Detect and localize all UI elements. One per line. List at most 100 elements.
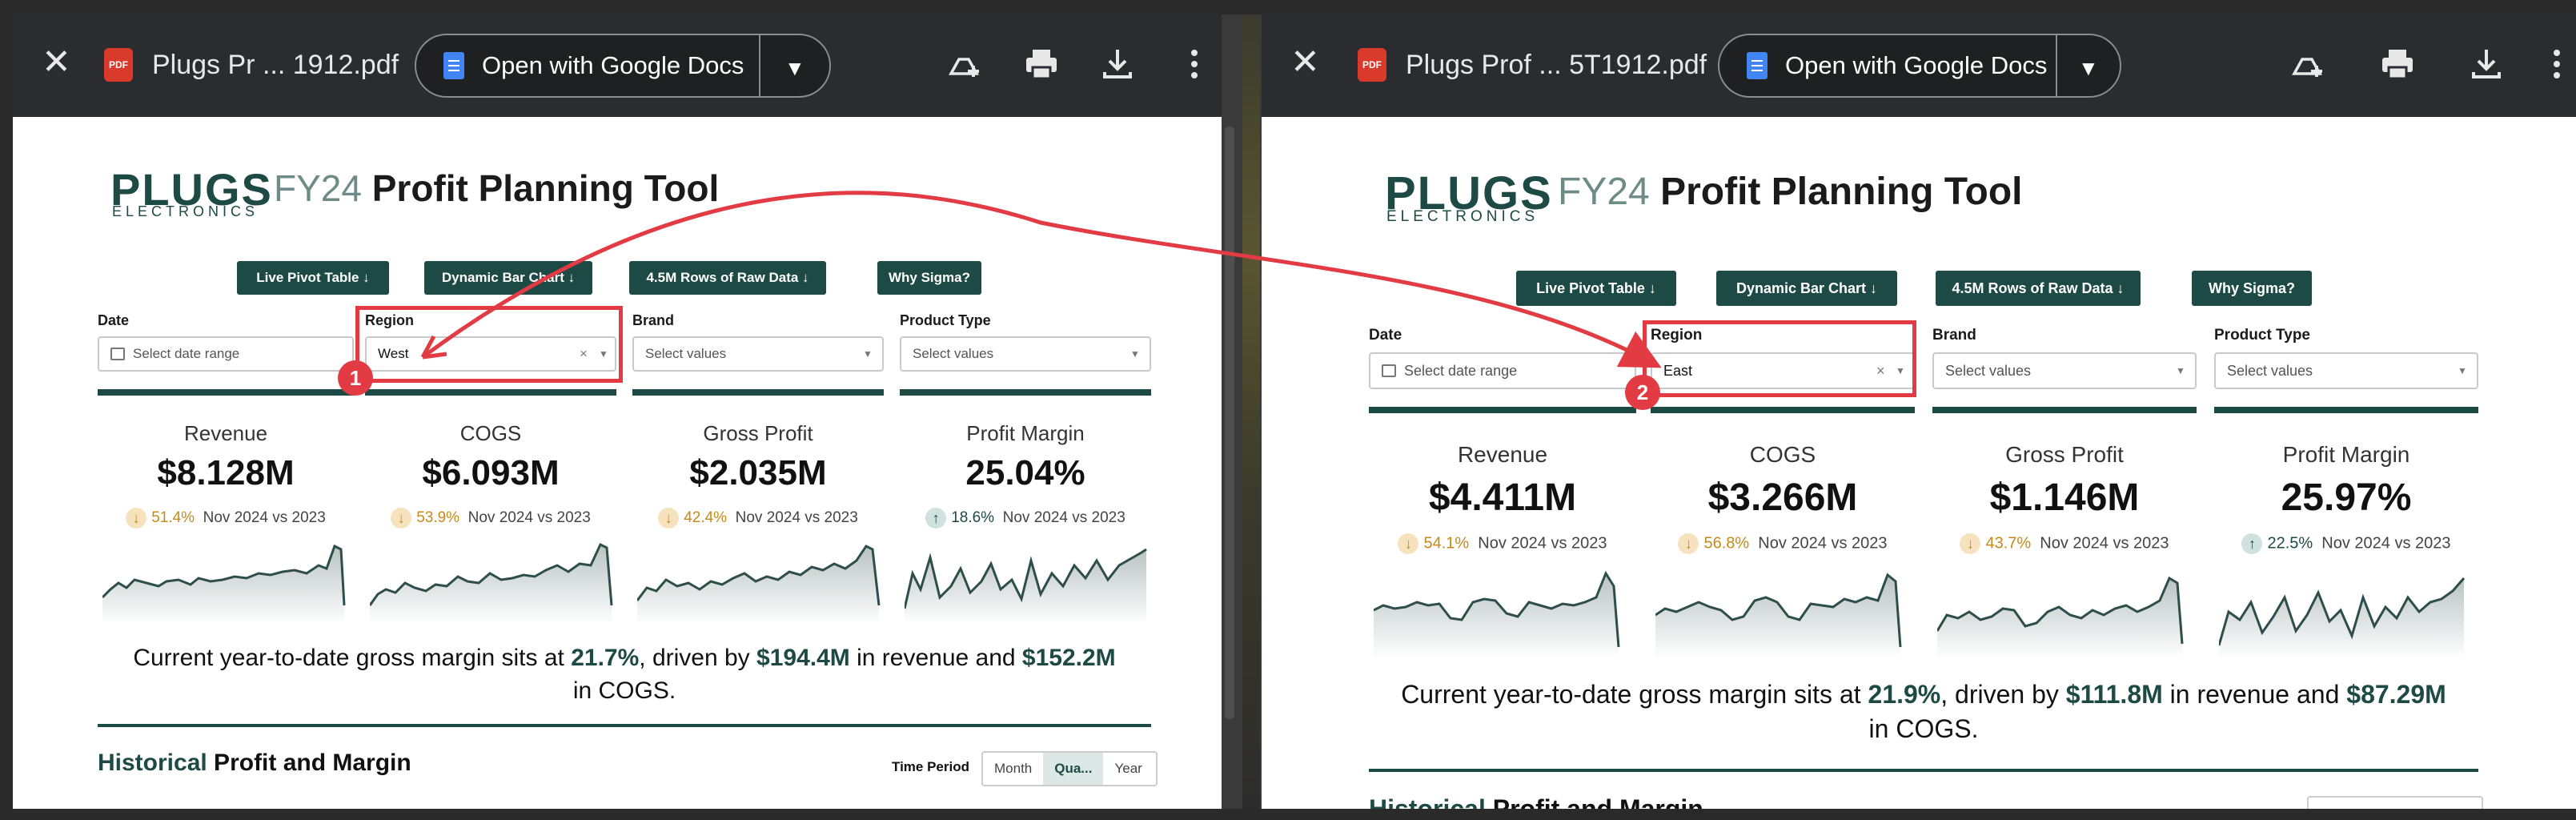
date-filter-placeholder: Select date range [133, 346, 240, 361]
profit-margin-sparkline [905, 548, 1147, 625]
product-type-filter-placeholder: Select values [2227, 362, 2313, 379]
kpi-comparison: Nov 2024 vs 2023 [1478, 534, 1607, 553]
time-period-month[interactable]: Month [983, 761, 1043, 777]
arrow-down-icon: ↓ [1678, 533, 1699, 554]
file-name: Plugs Prof ... 5T1912.pdf [1406, 50, 1707, 80]
product-type-filter-label: Product Type [900, 312, 991, 328]
brand-filter[interactable]: Select values ▼ [632, 336, 884, 372]
chevron-down-icon[interactable]: ▼ [2176, 365, 2185, 376]
more-vert-icon[interactable] [1190, 48, 1199, 80]
arrow-down-icon: ↓ [1398, 533, 1419, 554]
kpi-value: 25.97% [2281, 476, 2412, 519]
filter-underline [1651, 407, 1915, 413]
region-highlight-box [1643, 320, 1916, 397]
kpi-delta: ↓ 56.8% Nov 2024 vs 2023 [1651, 533, 1915, 554]
summary-cogs: $152.2M [1021, 645, 1116, 671]
time-period-quarter[interactable]: Qua... [1043, 753, 1104, 785]
summary-revenue: $194.4M [756, 645, 850, 671]
open-with-google-docs-button[interactable]: Open with Google Docs [416, 35, 744, 96]
summary-part: Current year-to-date gross margin sits a… [133, 645, 572, 671]
kpi-delta: ↓ 54.1% Nov 2024 vs 2023 [1369, 533, 1636, 554]
title-text: Profit Planning Tool [1660, 171, 2023, 213]
cogs-sparkline [370, 542, 613, 625]
date-filter[interactable]: Select date range [98, 336, 354, 372]
summary-text: Current year-to-date gross margin sits a… [1369, 677, 2478, 746]
summary-revenue: $111.8M [2065, 680, 2163, 709]
dynamic-bar-chart-button[interactable]: Dynamic Bar Chart ↓ [424, 261, 592, 295]
kpi-value: $2.035M [689, 453, 827, 492]
kpi-comparison: Nov 2024 vs 2023 [1758, 534, 1888, 553]
title-year: FY24 [1558, 171, 1650, 213]
kpi-label: Gross Profit [2005, 442, 2124, 467]
kpi-comparison: Nov 2024 vs 2023 [1002, 509, 1125, 527]
download-icon[interactable] [2469, 46, 2504, 82]
time-period-selector[interactable] [2307, 796, 2483, 809]
pane-divider[interactable] [1222, 14, 1262, 809]
chevron-down-icon[interactable]: ▼ [784, 56, 805, 81]
filter-underline [1369, 407, 1636, 413]
download-icon[interactable] [1100, 46, 1135, 82]
summary-margin: 21.7% [571, 645, 640, 671]
arrow-down-icon: ↓ [391, 508, 412, 529]
chevron-down-icon[interactable]: ▼ [863, 348, 873, 360]
date-filter[interactable]: Select date range [1369, 352, 1636, 389]
kpi-label: Revenue [183, 421, 268, 445]
kpi-label: Profit Margin [966, 421, 1085, 445]
open-with-google-docs-button[interactable]: Open with Google Docs [1719, 35, 2047, 96]
chevron-down-icon[interactable]: ▼ [2078, 56, 2099, 81]
more-vert-icon[interactable] [2552, 48, 2562, 80]
time-period-year[interactable]: Year [1103, 761, 1153, 777]
time-period-selector[interactable]: Month Qua... Year [981, 751, 1158, 786]
kpi-delta: ↓ 42.4% Nov 2024 vs 2023 [632, 508, 884, 529]
close-icon[interactable]: ✕ [42, 45, 71, 80]
live-pivot-table-button[interactable]: Live Pivot Table ↓ [1516, 271, 1676, 306]
kpi-delta-pct: 53.9% [416, 509, 460, 527]
open-with-google-docs-group: Open with Google Docs ▼ [1718, 34, 2121, 98]
filter-underline [1932, 407, 2197, 413]
kpi-delta: ↓ 53.9% Nov 2024 vs 2023 [365, 508, 616, 529]
dynamic-bar-chart-button[interactable]: Dynamic Bar Chart ↓ [1716, 271, 1897, 306]
product-type-filter[interactable]: Select values ▼ [2214, 352, 2478, 389]
print-icon[interactable] [1023, 46, 1060, 82]
logo-subtext: ELECTRONICS [112, 203, 259, 219]
summary-text: Current year-to-date gross margin sits a… [98, 642, 1151, 707]
step-marker: 2 [1625, 375, 1660, 410]
raw-data-button[interactable]: 4.5M Rows of Raw Data ↓ [629, 261, 826, 295]
chevron-down-icon[interactable]: ▼ [1130, 348, 1140, 360]
page-title: FY24 Profit Planning Tool [1558, 170, 2022, 214]
pdf-viewer-left: ✕ PDF Plugs Pr ... 1912.pdf Open with Go… [13, 14, 1222, 809]
profit-margin-sparkline [2219, 577, 2466, 658]
open-with-google-docs-group: Open with Google Docs ▼ [415, 34, 831, 98]
close-icon[interactable]: ✕ [1290, 45, 1320, 80]
raw-data-button[interactable]: 4.5M Rows of Raw Data ↓ [1936, 271, 2141, 306]
summary-part: Current year-to-date gross margin sits a… [1401, 680, 1868, 709]
why-sigma-button[interactable]: Why Sigma? [2192, 271, 2312, 306]
title-text: Profit Planning Tool [371, 167, 720, 209]
kpi-comparison: Nov 2024 vs 2023 [203, 509, 326, 527]
kpi-comparison: Nov 2024 vs 2023 [2040, 534, 2169, 553]
why-sigma-button[interactable]: Why Sigma? [877, 261, 981, 295]
brand-filter[interactable]: Select values ▼ [1932, 352, 2197, 389]
chevron-down-icon[interactable]: ▼ [2458, 365, 2467, 376]
date-filter-placeholder: Select date range [1404, 362, 1518, 379]
product-type-filter[interactable]: Select values ▼ [900, 336, 1151, 372]
live-pivot-table-button[interactable]: Live Pivot Table ↓ [237, 261, 389, 295]
historical-heading-accent: Historical [98, 750, 207, 776]
pdf-icon: PDF [1358, 48, 1386, 82]
kpi-label: COGS [459, 421, 522, 445]
section-divider [98, 724, 1151, 727]
print-icon[interactable] [2379, 46, 2416, 82]
kpi-value: $8.128M [157, 453, 295, 492]
summary-part: in COGS. [572, 677, 676, 704]
kpi-comparison: Nov 2024 vs 2023 [467, 509, 591, 527]
add-to-drive-icon[interactable] [945, 46, 983, 82]
kpi-delta: ↑ 18.6% Nov 2024 vs 2023 [900, 508, 1151, 529]
add-to-drive-icon[interactable] [2288, 46, 2326, 82]
revenue-sparkline [102, 544, 346, 625]
historical-heading: Historical Profit and Margin [1369, 794, 1703, 809]
summary-part: , driven by [1940, 680, 2066, 709]
scrollbar-thumb[interactable] [1225, 127, 1234, 719]
kpi-delta-pct: 42.4% [684, 509, 728, 527]
kpi-delta-pct: 51.4% [151, 509, 195, 527]
pdf-icon: PDF [104, 48, 133, 82]
